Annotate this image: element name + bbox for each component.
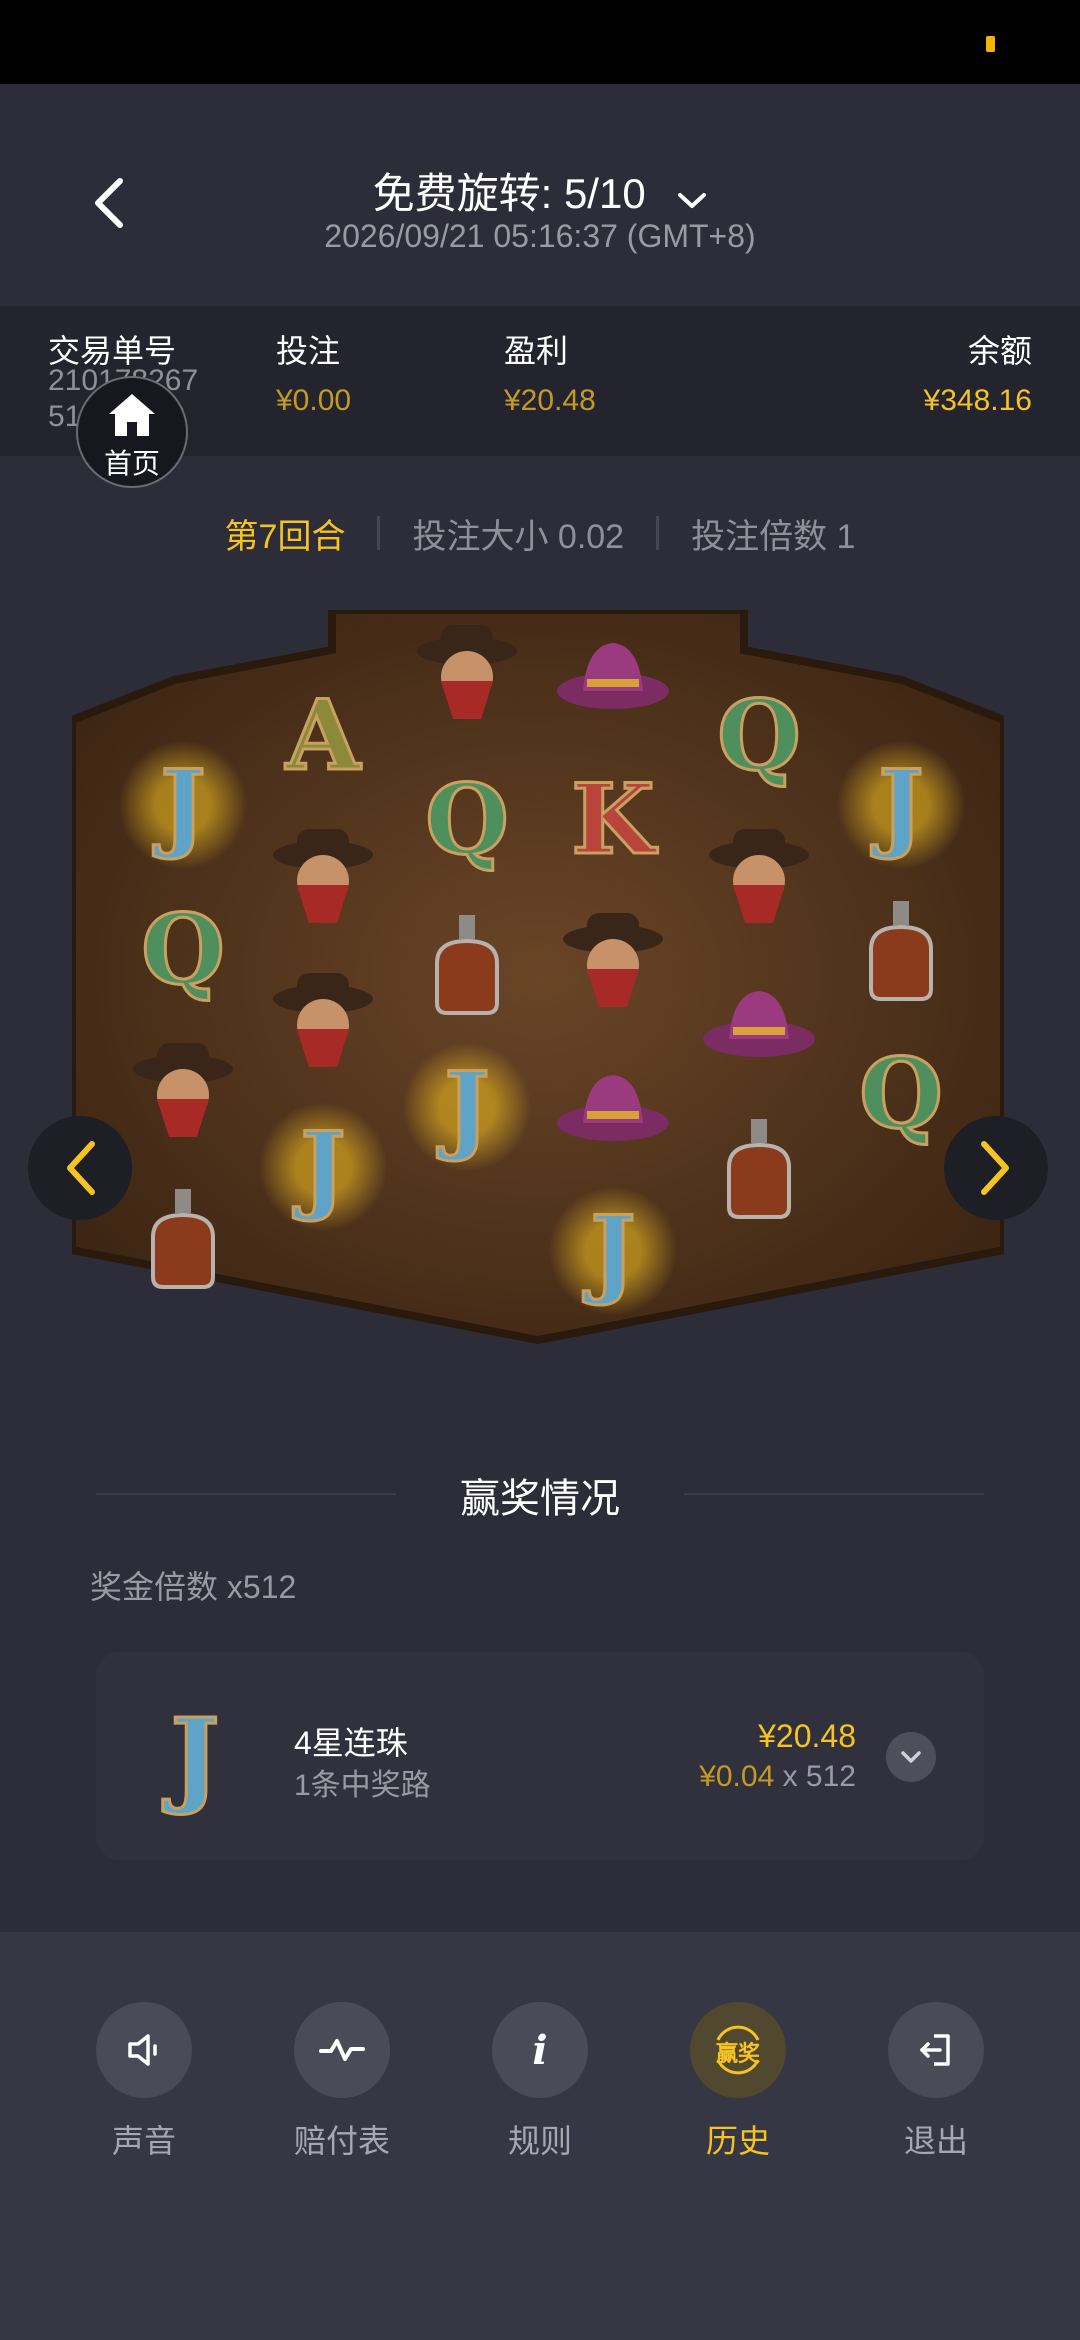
history-circle: 赢奖 [690,2002,786,2098]
history-icon: 赢奖 [708,2020,768,2080]
pulse-icon [319,2039,365,2061]
profit-label: 盈利 [504,333,569,369]
symbol-q: Q [140,891,227,1007]
win-multiplier: 奖金倍数 x512 [90,1569,297,1605]
sound-label: 声音 [111,2123,176,2159]
balance-value: ¥348.16 [923,384,1032,417]
previous-round-button[interactable] [28,1116,132,1220]
win-symbol-icon: J [169,1693,221,1819]
bottle-symbol [694,1102,824,1232]
rules-button[interactable]: i 规则 [470,2002,610,2162]
win-unit: ¥0.04 [699,1760,775,1793]
home-icon [109,394,155,436]
chevron-right-icon [981,1141,1009,1195]
round-number: 第7回合 [224,517,346,556]
bottle-symbol [836,884,966,1014]
history-badge-text: 赢奖 [715,2041,760,2066]
sound-button[interactable]: 声音 [74,2002,214,2162]
win-line-card[interactable]: J 4星连珠 1条中奖路 ¥20.48 ¥0.04 x 512 [96,1652,984,1860]
win-lines: 1条中奖路 [294,1769,431,1802]
status-bar [0,0,1080,84]
chevron-down-icon [901,1751,921,1763]
sound-circle [96,2002,192,2098]
wins-title: 赢奖情况 [460,1477,620,1521]
bandit-symbol [548,898,678,1028]
next-round-button[interactable] [944,1116,1048,1220]
bet-label: 投注 [276,333,341,369]
bet-size: 投注大小 0.02 [412,517,625,556]
home-label: 首页 [103,448,160,479]
paytable-circle [294,2002,390,2098]
balance-label: 余额 [967,333,1032,369]
symbol-j: J [548,1186,678,1316]
symbol-j: J [402,1042,532,1172]
win-amount: ¥20.48 [758,1718,856,1754]
hat-symbol [694,958,824,1088]
chevron-left-icon [67,1141,95,1195]
win-calculation: ¥0.04 x 512 [699,1760,856,1794]
home-button[interactable]: 首页 [76,376,188,488]
symbol-q: Q [716,677,803,793]
profit-value: ¥20.48 [504,384,596,417]
symbol-j: J [258,1102,388,1232]
exit-circle [888,2002,984,2098]
bandit-symbol [258,958,388,1088]
symbol-a: A [284,677,361,793]
bet-value: ¥0.00 [276,384,352,417]
symbol-j: J [836,740,966,870]
rules-circle: i [492,2002,588,2098]
history-label: 历史 [705,2123,770,2159]
spin-selector[interactable]: 免费旋转: 5/10 [0,160,1080,221]
win-times: x 512 [774,1760,856,1793]
bottle-symbol [118,1172,248,1302]
divider [377,516,381,550]
page-title: 免费旋转: 5/10 [372,170,646,217]
chevron-down-icon [677,173,707,221]
exit-button[interactable]: 退出 [866,2002,1006,2162]
bet-multiplier: 投注倍数 1 [691,517,856,556]
divider [656,516,660,550]
speaker-icon [128,2034,157,2066]
info-icon: i [532,2026,548,2074]
paytable-button[interactable]: 赔付表 [272,2002,412,2162]
timestamp: 2026/09/21 05:16:37 (GMT+8) [324,218,756,254]
round-info: 第7回合 投注大小 0.02 投注倍数 1 [0,508,1080,558]
paytable-label: 赔付表 [293,2123,390,2159]
symbol-q: Q [858,1035,945,1151]
exit-icon [920,2034,950,2066]
bandit-symbol [118,1028,248,1158]
symbol-j: J [118,740,248,870]
bandit-symbol [694,814,824,944]
symbol-q: Q [424,761,511,877]
slot-board: JQAJQJKJQJQ [72,610,1004,1350]
bandit-symbol [258,814,388,944]
symbol-k: K [570,761,656,877]
bottle-symbol [402,898,532,1028]
bandit-symbol [402,610,532,740]
history-button[interactable]: 赢奖 历史 [668,2002,808,2162]
battery-icon [986,36,995,52]
hat-symbol [548,610,678,740]
exit-label: 退出 [903,2123,968,2159]
win-name: 4星连珠 [294,1725,408,1761]
rules-label: 规则 [507,2123,572,2159]
hat-symbol [548,1042,678,1172]
expand-button[interactable] [886,1732,936,1782]
